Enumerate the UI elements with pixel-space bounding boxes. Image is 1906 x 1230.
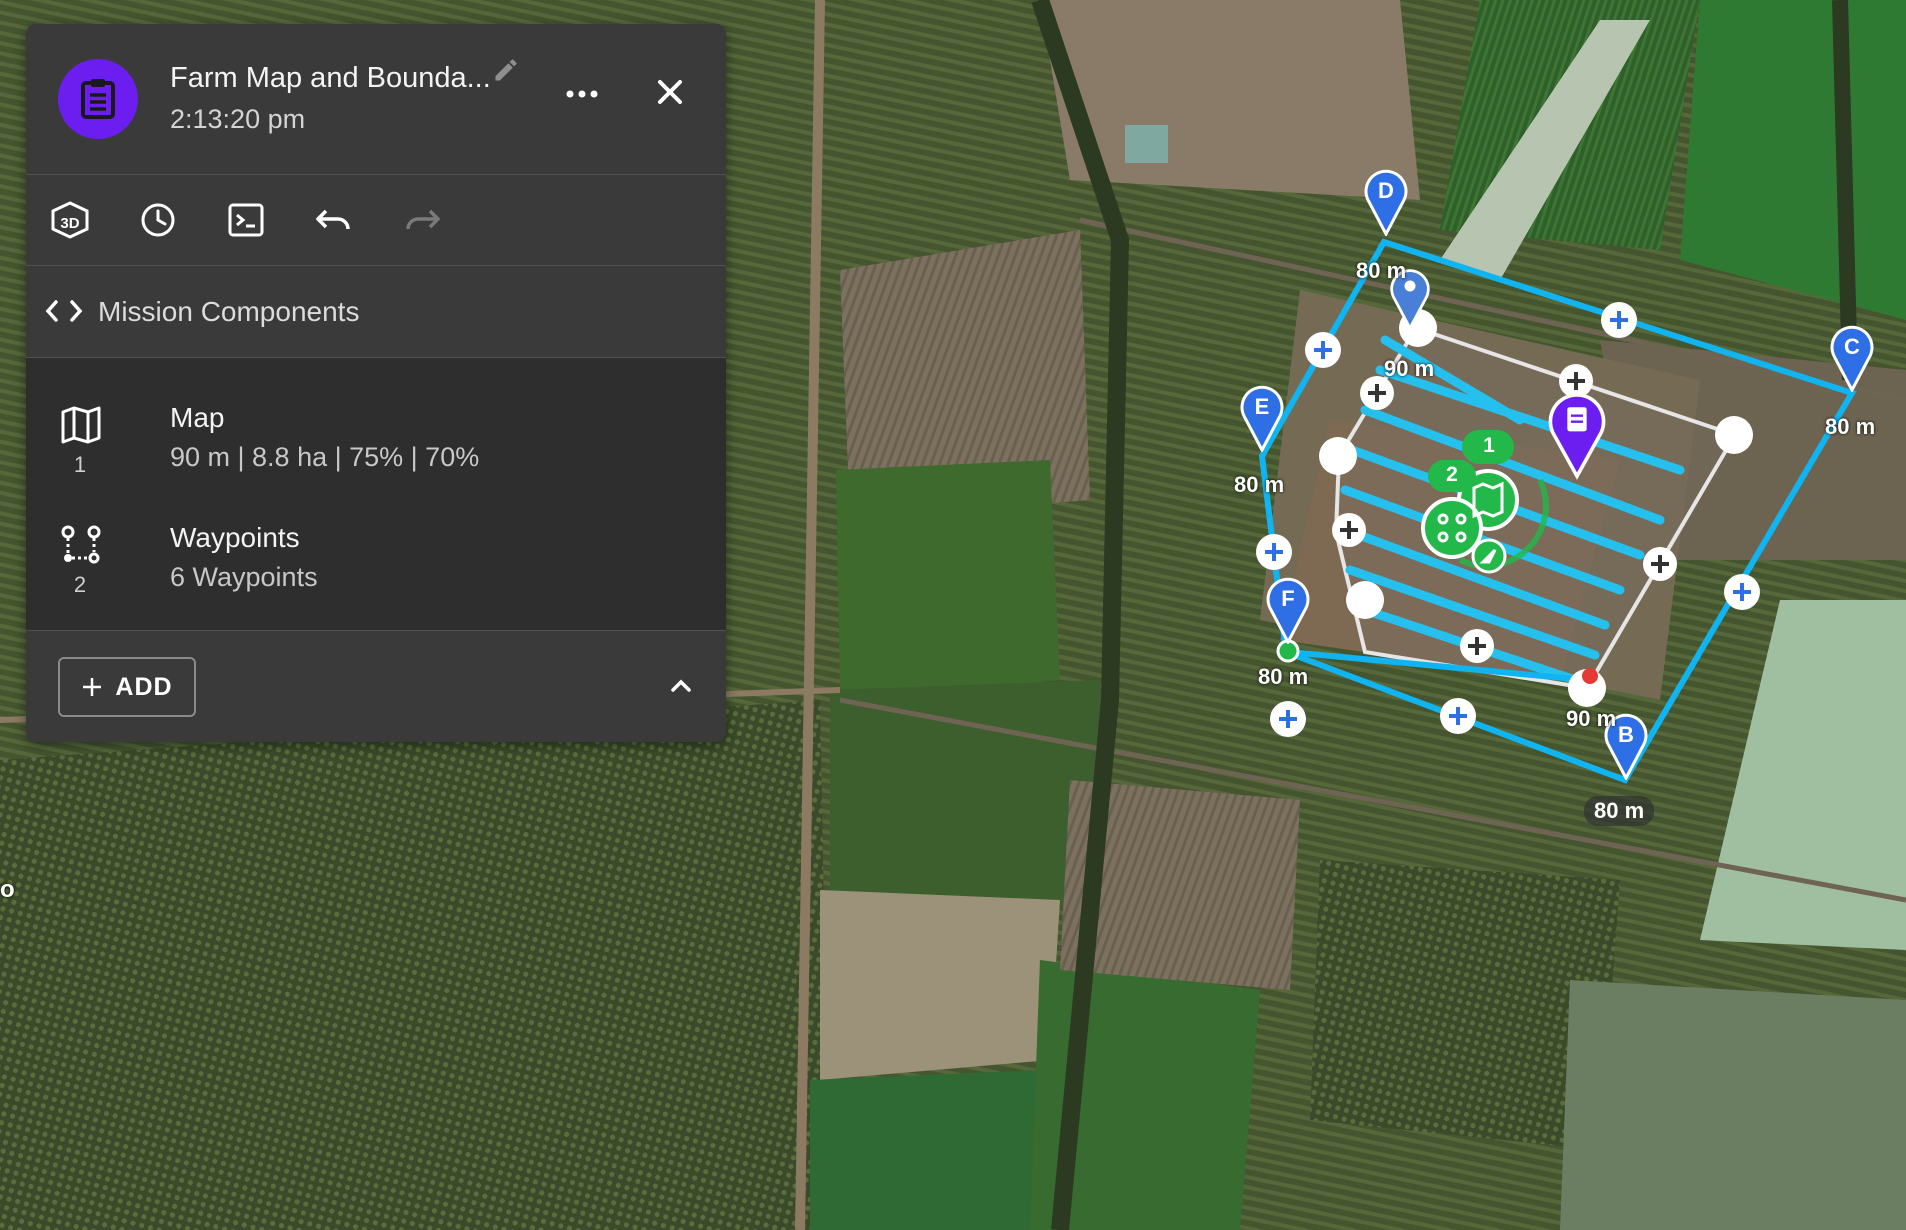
3d-view-icon[interactable]: 3D — [46, 197, 94, 243]
redo-icon[interactable] — [398, 197, 446, 243]
mission-clipboard-icon — [58, 59, 138, 139]
map-edge-label: o — [0, 876, 15, 903]
map-altitude-label-top: 90 m — [1384, 356, 1435, 381]
waypoint-pin-d[interactable]: D — [1362, 164, 1410, 238]
altitude-label-f: 80 m — [1258, 664, 1309, 689]
history-clock-icon[interactable] — [134, 197, 182, 243]
waypoints-route-icon — [60, 524, 102, 571]
component-summary: 90 m | 8.8 ha | 75% | 70% — [170, 442, 480, 472]
code-brackets-icon — [44, 296, 84, 331]
panel-footer: ADD — [26, 631, 726, 742]
svg-text:3D: 3D — [60, 215, 79, 232]
mission-panel: Farm Map and Bounda... 2:13:20 pm 3D Mis… — [26, 24, 726, 742]
altitude-label-e: 80 m — [1234, 472, 1285, 497]
mission-toolbar: 3D — [26, 175, 726, 266]
mission-pin-icon[interactable] — [1548, 390, 1606, 480]
map-altitude-label-bottom: 90 m — [1566, 706, 1617, 731]
component-index: 1 — [73, 452, 87, 477]
mission-time: 2:13:20 pm — [170, 104, 306, 134]
altitude-label-d: 80 m — [1356, 258, 1407, 283]
waypoint-pin-c[interactable]: C — [1828, 320, 1876, 394]
component-map[interactable]: 1 Map 90 m | 8.8 ha | 75% | 70% — [26, 394, 726, 512]
component-badge-1: 1 — [1483, 434, 1495, 457]
altitude-label-b: 80 m — [1584, 796, 1655, 826]
mission-components-label: Mission Components — [98, 296, 360, 327]
component-waypoints[interactable]: 2 Waypoints 6 Waypoints — [26, 514, 726, 632]
component-name: Map — [170, 402, 225, 433]
component-name: Waypoints — [170, 522, 300, 553]
component-summary: 6 Waypoints — [170, 562, 318, 592]
waypoint-letter: F — [1281, 586, 1295, 611]
undo-icon[interactable] — [310, 197, 358, 243]
waypoint-pin-e[interactable]: E — [1238, 380, 1286, 454]
waypoint-pin-f[interactable]: F — [1264, 572, 1312, 646]
mission-components-header[interactable]: Mission Components — [26, 266, 726, 358]
add-label: ADD — [115, 672, 173, 701]
close-button[interactable] — [648, 70, 692, 114]
mission-header: Farm Map and Bounda... 2:13:20 pm — [26, 24, 726, 175]
components-list: 1 Map 90 m | 8.8 ha | 75% | 70% 2 Waypoi… — [26, 358, 726, 631]
plus-icon — [83, 678, 102, 696]
edit-pencil-icon[interactable] — [492, 56, 520, 89]
altitude-label-c: 80 m — [1825, 414, 1876, 439]
terminal-icon[interactable] — [222, 197, 270, 243]
map-icon — [60, 404, 102, 451]
waypoint-letter: E — [1254, 394, 1270, 419]
waypoint-letter: D — [1378, 178, 1394, 203]
waypoint-letter: C — [1844, 334, 1860, 359]
add-component-button[interactable]: ADD — [58, 657, 196, 717]
collapse-chevron-up-icon[interactable] — [666, 671, 696, 706]
component-index: 2 — [73, 572, 87, 597]
component-badge-2: 2 — [1446, 463, 1458, 486]
mission-title[interactable]: Farm Map and Bounda... — [170, 62, 491, 95]
more-options-button[interactable] — [562, 76, 602, 112]
